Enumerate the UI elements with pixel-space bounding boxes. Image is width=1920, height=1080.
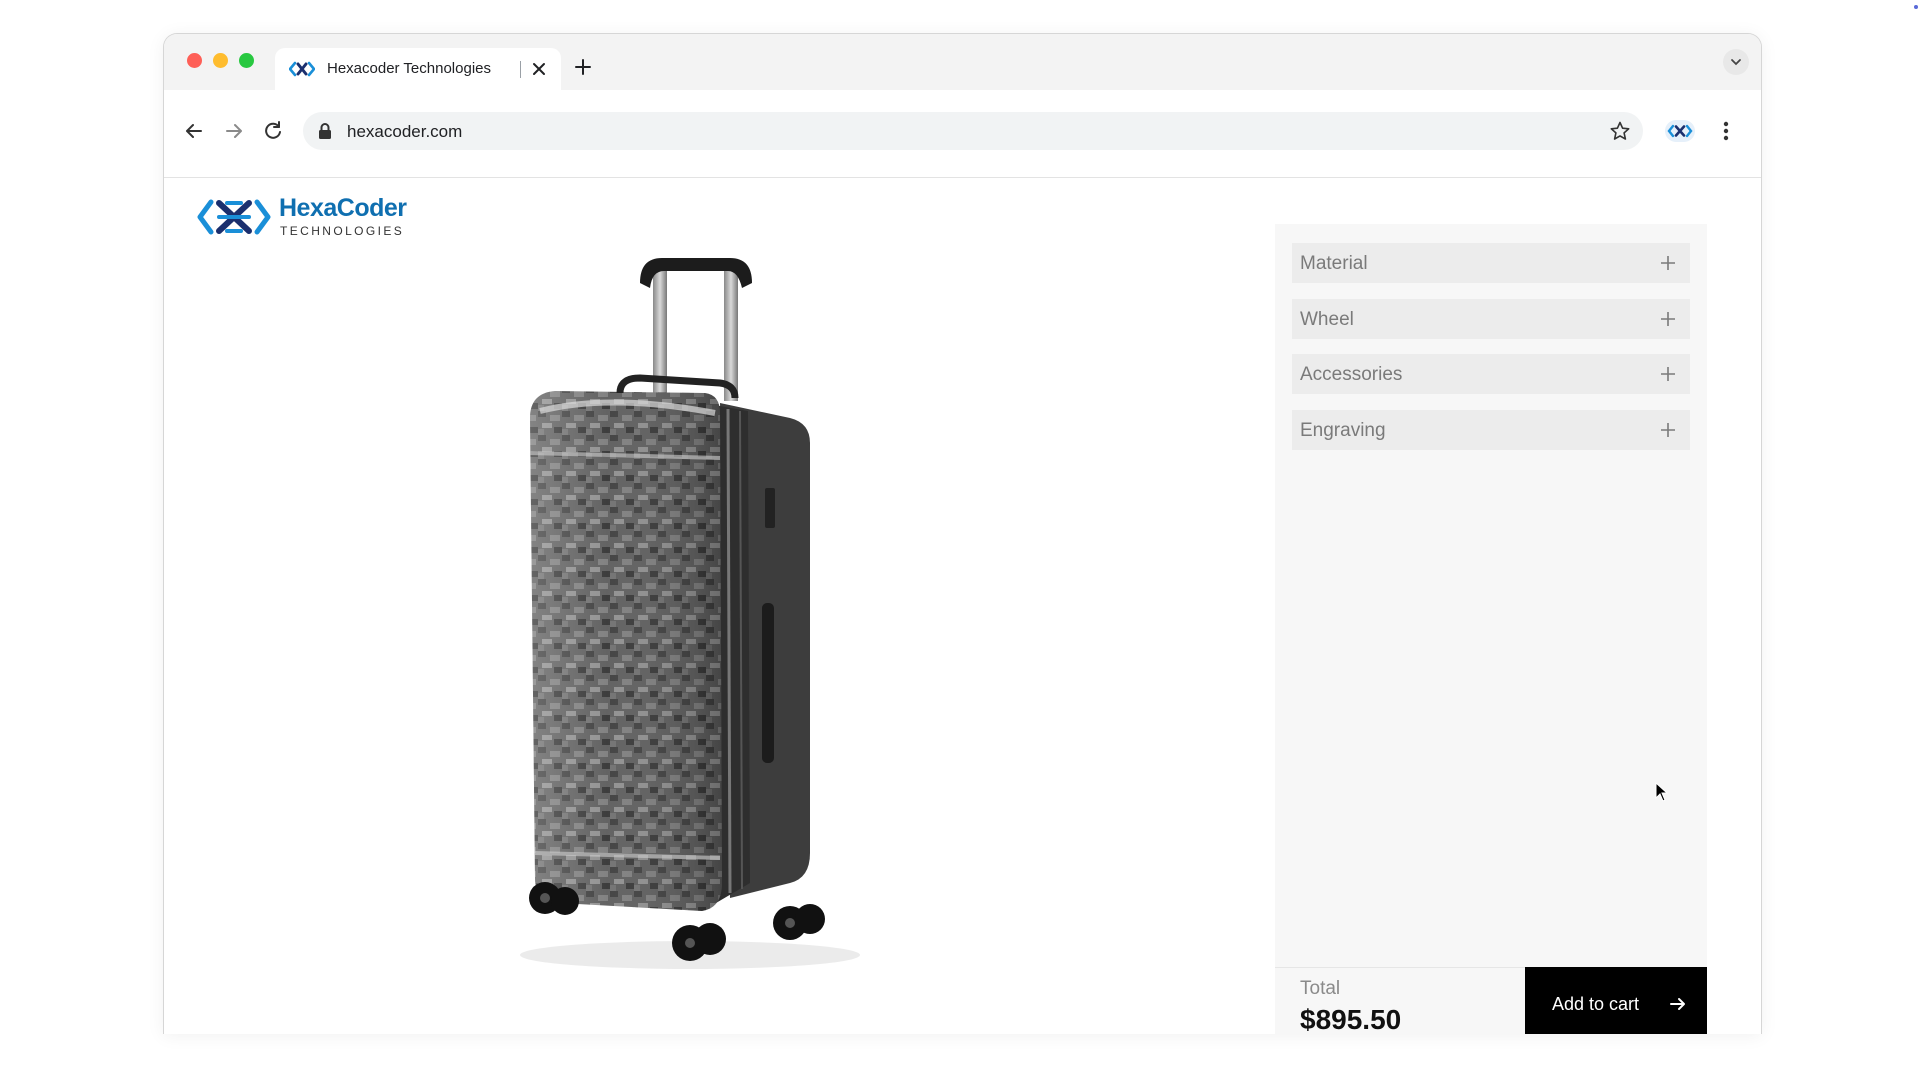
tab-title: Hexacoder Technologies — [327, 60, 491, 77]
option-engraving[interactable]: Engraving — [1292, 410, 1690, 450]
status-dot — [1914, 5, 1918, 9]
plus-icon — [1661, 367, 1675, 381]
browser-window: Hexacoder Technologies hexacoder.com Hex… — [163, 33, 1762, 1034]
plus-icon[interactable] — [572, 56, 594, 78]
plus-icon — [1661, 256, 1675, 270]
maximize-window-button[interactable] — [239, 53, 254, 68]
hexacoder-logo-mark — [197, 199, 271, 235]
add-to-cart-button[interactable]: Add to cart — [1525, 967, 1707, 1034]
arrow-right-icon[interactable] — [220, 117, 248, 145]
plus-icon — [1661, 423, 1675, 437]
total-label: Total — [1300, 978, 1341, 999]
reload-icon[interactable] — [259, 117, 287, 145]
tab-hexacoder[interactable]: Hexacoder Technologies — [275, 48, 561, 90]
tab-strip: Hexacoder Technologies — [164, 34, 1761, 90]
option-label: Accessories — [1300, 364, 1403, 385]
option-wheel[interactable]: Wheel — [1292, 299, 1690, 339]
url-text: hexacoder.com — [347, 122, 463, 141]
total-price: $895.50 — [1300, 1004, 1402, 1034]
hexacoder-favicon-icon — [289, 61, 315, 77]
minimize-window-button[interactable] — [213, 53, 228, 68]
option-label: Wheel — [1300, 309, 1354, 330]
configurator-panel: Material Wheel Accessories Engraving Tot… — [1275, 224, 1707, 1034]
address-bar[interactable]: hexacoder.com — [303, 112, 1643, 150]
add-to-cart-label: Add to cart — [1552, 994, 1640, 1014]
close-icon[interactable] — [529, 59, 549, 79]
option-label: Material — [1300, 253, 1368, 274]
browser-toolbar: hexacoder.com — [164, 90, 1761, 178]
plus-icon — [1661, 312, 1675, 326]
lock-icon — [319, 123, 331, 139]
option-accessories[interactable]: Accessories — [1292, 354, 1690, 394]
arrow-left-icon[interactable] — [180, 117, 208, 145]
chevron-down-icon — [1731, 59, 1741, 66]
logo-name: HexaCoder — [279, 194, 407, 222]
hexacoder-logo[interactable]: HexaCoder TECHNOLOGIES — [197, 194, 417, 240]
hexacoder-extension-icon[interactable] — [1665, 120, 1695, 142]
carry-on-suitcase-image — [520, 258, 860, 969]
mouse-pointer-icon — [1655, 782, 1669, 802]
star-icon[interactable] — [1609, 120, 1631, 142]
tab-divider — [520, 61, 521, 78]
kebab-menu-icon[interactable] — [1714, 118, 1738, 144]
total-summary: Total $895.50 — [1275, 967, 1525, 1034]
page-content: HexaCoder TECHNOLOGIES Material Wheel Ac… — [164, 178, 1761, 1034]
arrow-right-icon — [1670, 998, 1685, 1010]
close-window-button[interactable] — [187, 53, 202, 68]
tab-search-button[interactable] — [1723, 49, 1749, 75]
option-material[interactable]: Material — [1292, 243, 1690, 283]
logo-subtitle: TECHNOLOGIES — [280, 224, 405, 238]
option-label: Engraving — [1300, 420, 1386, 441]
